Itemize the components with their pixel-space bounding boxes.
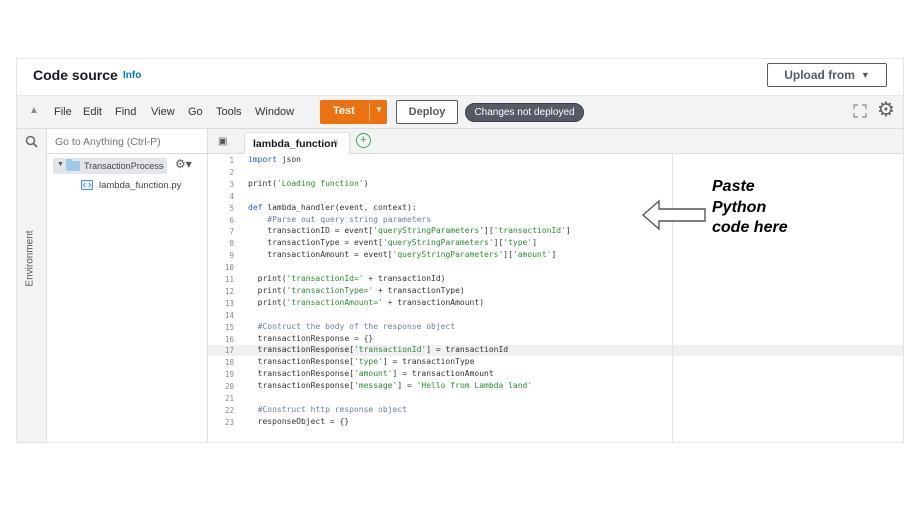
code-line: transactionAmount = event['queryStringPa…	[248, 250, 557, 260]
gear-icon[interactable]: ⚙	[877, 100, 895, 120]
code-line: transactionResponse = {}	[248, 333, 374, 343]
line-number: 12	[224, 286, 234, 296]
menu-tools[interactable]: Tools	[216, 106, 242, 118]
line-number: 9	[229, 251, 234, 261]
menu-file[interactable]: File	[54, 106, 72, 118]
code-line: def lambda_handler(event, context):	[248, 202, 417, 212]
code-line: #Construct http response object	[257, 404, 407, 414]
line-number: 14	[224, 310, 234, 320]
code-line: transactionResponse['amount'] = transact…	[248, 369, 494, 379]
panel-header: Code source Info Upload from ▼	[17, 59, 903, 96]
panel-title: Code source	[33, 67, 118, 83]
annotation-callout: Paste Python code here	[712, 177, 788, 239]
line-number: 1	[229, 156, 234, 165]
line-number: 7	[229, 227, 234, 237]
line-number: 18	[224, 358, 234, 368]
line-number: 21	[224, 394, 234, 403]
line-number: 2	[229, 167, 234, 177]
close-icon[interactable]: ×	[333, 137, 339, 148]
menu-view[interactable]: View	[151, 106, 175, 118]
line-number: 16	[224, 334, 234, 344]
line-number: 13	[224, 298, 234, 308]
line-number: 8	[229, 239, 234, 249]
code-line: print('Loading function')	[248, 178, 369, 188]
code-line: print('transactionAmount=' + transaction…	[248, 297, 485, 307]
tab-label: lambda_function	[253, 138, 338, 150]
expand-triangle-icon[interactable]: ▼	[57, 161, 64, 168]
environment-tab[interactable]: Environment	[22, 230, 38, 291]
annotation-line: code here	[712, 219, 788, 236]
fullscreen-icon[interactable]	[852, 103, 868, 119]
line-number: 3	[229, 179, 234, 189]
menu-find[interactable]: Find	[115, 106, 136, 118]
line-number: 4	[229, 191, 234, 201]
test-button[interactable]: Test ▼	[320, 100, 387, 124]
code-line: #Parse out query string parameters	[267, 214, 432, 224]
code-line: responseObject = {}	[248, 416, 350, 426]
file-name: lambda_function.py	[99, 180, 182, 191]
code-line: transactionID = event['queryStringParame…	[248, 226, 571, 236]
upload-from-label: Upload from	[784, 68, 855, 82]
tab-menu-icon[interactable]: ▣	[218, 136, 227, 147]
code-line: print('transactionId=' + transactionId)	[248, 274, 446, 283]
environment-tab-label: Environment	[24, 230, 36, 287]
editor-tabbar: ▣ lambda_function × +	[207, 129, 903, 154]
test-dropdown-icon[interactable]: ▼	[375, 105, 383, 114]
line-number: 15	[224, 322, 234, 332]
code-editor[interactable]: 1 2 3 4 5 6 7 8 9 10 11 12 13 14 15 16 17 18 19 20 21 22 23 im…	[207, 154, 903, 442]
info-link[interactable]: Info	[123, 70, 141, 81]
arrow-left-icon	[641, 199, 706, 231]
line-number: 11	[224, 275, 234, 284]
test-label: Test	[333, 105, 355, 117]
ide-toolbar: ▲ File Edit Find View Go Tools Window Te…	[17, 96, 903, 129]
code-line: print('transactionType=' + transactionTy…	[248, 285, 465, 295]
left-rail: Environment	[17, 129, 47, 442]
code-line: transactionType = event['queryStringPara…	[248, 238, 538, 248]
folder-name: TransactionProcessor	[84, 161, 164, 171]
line-number: 5	[229, 203, 234, 213]
code-line: import json	[248, 155, 301, 164]
code-line: transactionResponse['type'] = transactio…	[248, 357, 475, 367]
annotation-line: Python	[712, 198, 767, 216]
folder-icon	[66, 159, 80, 171]
line-number: 22	[224, 405, 234, 415]
code-line: #Contruct the body of the response objec…	[257, 321, 456, 331]
line-number: 17	[224, 346, 234, 356]
menu-edit[interactable]: Edit	[83, 106, 102, 118]
collapse-triangle-icon[interactable]: ▲	[29, 105, 39, 116]
tree-folder-item[interactable]: ▼ TransactionProcessor	[53, 158, 167, 174]
add-tab-icon[interactable]: +	[356, 133, 371, 148]
code-line: transactionResponse['message'] = 'Hello …	[248, 381, 533, 391]
print-margin	[672, 154, 673, 442]
deploy-button[interactable]: Deploy	[396, 100, 458, 124]
code-line: transactionResponse['transactionId'] = t…	[248, 345, 509, 355]
status-badge: Changes not deployed	[465, 103, 584, 122]
line-number: 20	[224, 382, 234, 392]
goto-anything-input[interactable]	[53, 133, 197, 151]
upload-from-button[interactable]: Upload from ▼	[767, 63, 887, 87]
annotation-line: Paste	[712, 178, 755, 195]
line-number: 19	[224, 370, 234, 380]
line-number: 10	[224, 263, 234, 273]
code-source-panel: Code source Info Upload from ▼ ▲ File Ed…	[16, 58, 904, 443]
menu-go[interactable]: Go	[188, 106, 203, 118]
menu-window[interactable]: Window	[255, 106, 294, 118]
python-file-icon	[81, 180, 93, 190]
line-number-gutter: 1 2 3 4 5 6 7 8 9 10 11 12 13 14 15 16 17 18 19 20 21 22 23	[208, 154, 242, 442]
caret-down-icon: ▼	[860, 70, 870, 80]
line-number: 23	[224, 417, 234, 427]
test-split-divider	[369, 103, 370, 121]
search-icon[interactable]	[25, 135, 38, 148]
line-number: 6	[229, 215, 234, 225]
tab-lambda-function[interactable]: lambda_function ×	[244, 132, 350, 154]
file-tree: ▼ TransactionProcessor ⚙▾ lambda_functio…	[47, 154, 207, 442]
goto-anything	[47, 129, 207, 154]
tree-gear-icon[interactable]: ⚙▾	[175, 157, 192, 171]
